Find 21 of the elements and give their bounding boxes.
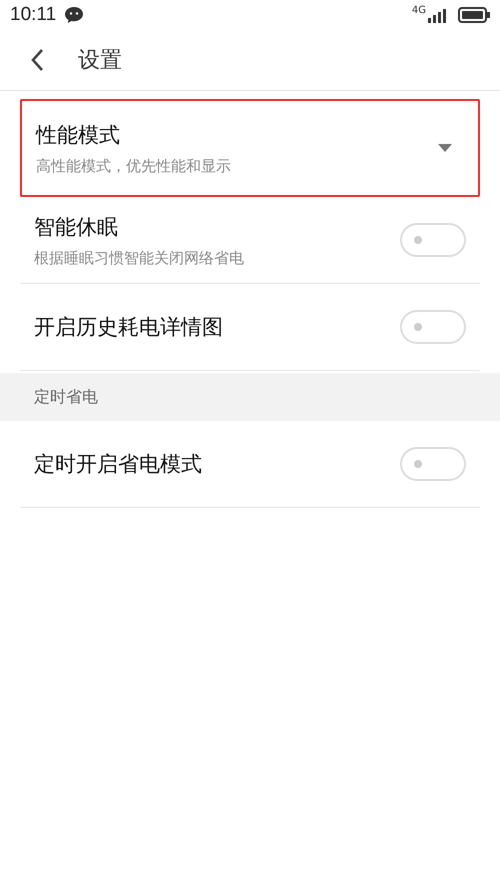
setting-title: 智能休眠	[34, 214, 119, 240]
setting-description: 高性能模式，优先性能和显示	[36, 156, 232, 176]
setting-title: 定时开启省电模式	[34, 451, 203, 478]
setting-description: 根据睡眠习惯智能关闭网络省电	[34, 248, 245, 268]
network-label: 4G	[412, 5, 426, 16]
toggle-switch[interactable]	[400, 223, 466, 257]
setting-row[interactable]: 开启历史耗电详情图	[20, 284, 480, 371]
section-header: 定时省电	[0, 373, 500, 421]
toggle-switch[interactable]	[400, 310, 466, 344]
setting-row[interactable]: 定时开启省电模式	[20, 421, 480, 508]
page-title: 设置	[78, 47, 122, 75]
back-button[interactable]	[30, 48, 44, 72]
setting-title: 开启历史耗电详情图	[34, 314, 224, 341]
status-time: 10:11	[10, 4, 56, 26]
dropdown-caret-icon[interactable]	[438, 144, 452, 152]
chat-bubble-icon	[64, 6, 84, 24]
toggle-switch[interactable]	[400, 447, 466, 481]
battery-icon	[458, 7, 490, 23]
setting-row[interactable]: 智能休眠 根据睡眠习惯智能关闭网络省电	[20, 197, 480, 284]
setting-title: 性能模式	[36, 122, 121, 148]
setting-row[interactable]: 性能模式 高性能模式，优先性能和显示	[20, 99, 480, 197]
